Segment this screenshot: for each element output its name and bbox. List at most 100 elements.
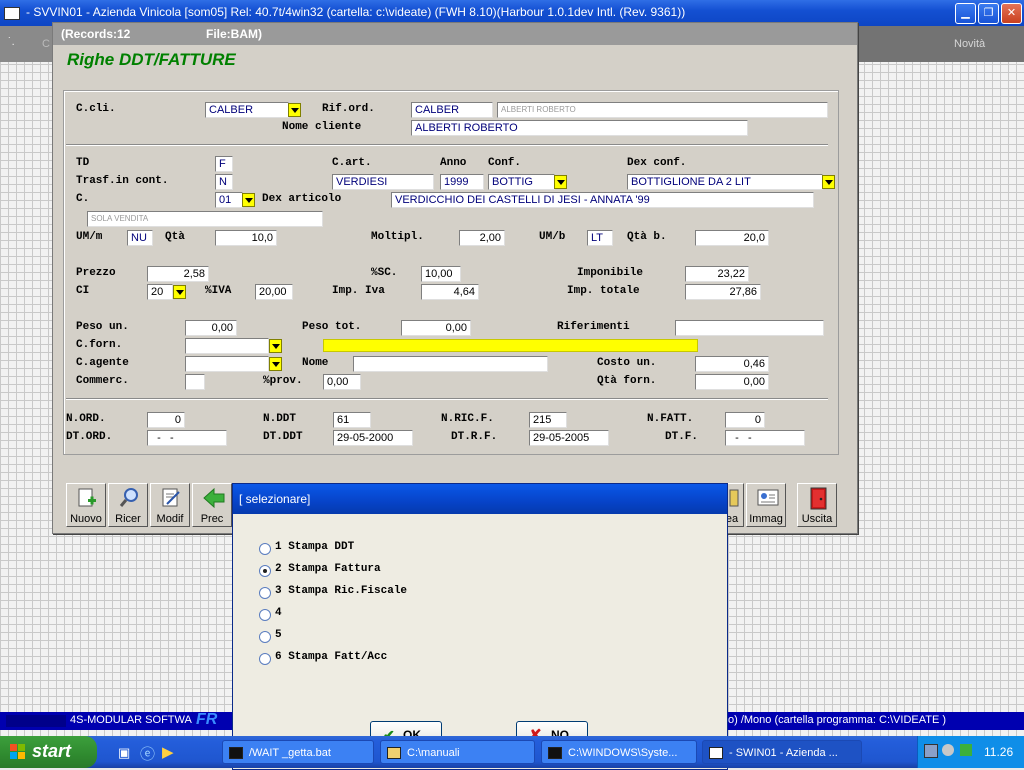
ccli-dropdown-icon[interactable] <box>288 103 301 117</box>
minimize-button[interactable]: ▁ <box>955 3 976 24</box>
qtaforn-field[interactable]: 0,00 <box>695 374 769 390</box>
dtddt-field[interactable]: 29-05-2000 <box>333 430 413 446</box>
c-dropdown-icon[interactable] <box>242 193 255 207</box>
dtrf-field[interactable]: 29-05-2005 <box>529 430 609 446</box>
network-icon[interactable] <box>924 744 938 758</box>
taskbar-item-swin01[interactable]: - SWIN01 - Azienda ... <box>702 740 862 764</box>
dtf-field[interactable]: - - <box>725 430 805 446</box>
ci-dropdown-icon[interactable] <box>173 285 186 299</box>
rif1-field[interactable] <box>675 320 824 336</box>
modif-button[interactable]: Modif <box>150 483 190 527</box>
ie-icon[interactable]: ⓔ <box>140 743 155 764</box>
nome-cliente-label: Nome cliente <box>282 121 362 133</box>
moltipl-label: Moltipl. <box>371 231 424 243</box>
restore-button[interactable]: ❐ <box>978 3 999 24</box>
novita-label[interactable]: Novità <box>954 38 985 50</box>
immag-button[interactable]: Immag <box>746 483 786 527</box>
select-dialog-title[interactable]: [ selezionare] <box>233 484 727 514</box>
umb-field[interactable]: LT <box>587 230 613 246</box>
ricer-button[interactable]: Ricer <box>108 483 148 527</box>
cagente-dropdown-icon[interactable] <box>269 357 282 371</box>
app-title-text: - SVVIN01 - Azienda Vinicola [som05] Rel… <box>26 5 686 19</box>
prezzo-field[interactable]: 2,58 <box>147 266 209 282</box>
radio-icon[interactable] <box>259 543 271 555</box>
clock[interactable]: 11.26 <box>984 745 1013 759</box>
records-label: (Records:12 <box>61 27 131 41</box>
dexart-field[interactable]: VERDICCHIO DEI CASTELLI DI JESI - ANNATA… <box>391 192 814 208</box>
impiva-field[interactable]: 4,64 <box>421 284 479 300</box>
dtord-field[interactable]: - - <box>147 430 227 446</box>
pesotot-field[interactable]: 0,00 <box>401 320 471 336</box>
dexconf-field[interactable]: BOTTIGLIONE DA 2 LIT <box>627 174 823 190</box>
iva-field[interactable]: 20,00 <box>255 284 293 300</box>
ci-field[interactable]: 20 <box>147 284 173 300</box>
cforn-field[interactable] <box>185 338 269 354</box>
conf-label: Conf. <box>488 157 522 169</box>
immag-label: Immag <box>749 513 783 525</box>
td-field[interactable]: F <box>215 156 233 172</box>
form-title: Righe DDT/FATTURE <box>67 50 236 69</box>
trasf-field[interactable]: N <box>215 174 233 190</box>
close-icon[interactable]: ✕ <box>1001 3 1022 24</box>
taskbar-item-system[interactable]: C:\WINDOWS\Syste... <box>541 740 697 764</box>
radio-icon[interactable] <box>259 587 271 599</box>
nome-cliente-field[interactable]: ALBERTI ROBERTO <box>411 120 748 136</box>
cart-field[interactable]: VERDIESI <box>332 174 434 190</box>
c-field[interactable]: 01 <box>215 192 243 208</box>
nfatt-label: N.FATT. <box>647 413 694 425</box>
form-window-title[interactable]: (Records:12 File:BAM) <box>53 23 857 45</box>
radio-icon[interactable] <box>259 609 271 621</box>
dexconf-dropdown-icon[interactable] <box>822 175 835 189</box>
trasf-label: Trasf.in cont. <box>76 175 169 187</box>
radio-icon[interactable] <box>259 631 271 643</box>
umm-field[interactable]: NU <box>127 230 153 246</box>
nricf-field[interactable]: 215 <box>529 412 567 428</box>
media-player-icon[interactable]: ▶ <box>162 743 174 761</box>
cforn-dropdown-icon[interactable] <box>269 339 282 353</box>
option-label: 3 Stampa Ric.Fiscale <box>275 585 408 597</box>
nfatt-field[interactable]: 0 <box>725 412 765 428</box>
start-button[interactable]: start <box>0 736 97 768</box>
radio-selected-icon[interactable] <box>259 565 271 577</box>
umb-label: UM/b <box>539 231 566 243</box>
nuovo-button[interactable]: Nuovo <box>66 483 106 527</box>
nome-field[interactable] <box>353 356 548 372</box>
prec-button[interactable]: Prec <box>192 483 232 527</box>
imptot-label: Imp. totale <box>567 285 640 297</box>
cagente-field[interactable] <box>185 356 269 372</box>
ghost-icon: ˙. <box>8 36 15 48</box>
costoun-field[interactable]: 0,46 <box>695 356 769 372</box>
prov-field[interactable]: 0,00 <box>323 374 361 390</box>
nord-label: N.ORD. <box>66 413 106 425</box>
nord-field[interactable]: 0 <box>147 412 185 428</box>
tray-app-icon[interactable] <box>960 744 972 756</box>
sc-field[interactable]: 10,00 <box>421 266 461 282</box>
costoun-label: Costo un. <box>597 357 657 369</box>
radio-icon[interactable] <box>259 653 271 665</box>
conf-dropdown-icon[interactable] <box>554 175 567 189</box>
moltipl-field[interactable]: 2,00 <box>459 230 505 246</box>
riford-label: Rif.ord. <box>322 103 375 115</box>
pesoun-field[interactable]: 0,00 <box>185 320 237 336</box>
qta-field[interactable]: 10,0 <box>215 230 277 246</box>
commerc-field[interactable] <box>185 374 205 390</box>
taskbar-item-label: /WAIT _getta.bat <box>249 747 331 759</box>
antivirus-icon[interactable] <box>942 744 954 756</box>
riford-field[interactable]: CALBER <box>411 102 493 118</box>
conf-field[interactable]: BOTTIG <box>488 174 555 190</box>
explorer-icon[interactable]: ▣ <box>118 745 130 761</box>
pesoun-label: Peso un. <box>76 321 129 333</box>
imponibile-field[interactable]: 23,22 <box>685 266 749 282</box>
uscita-button[interactable]: Uscita <box>797 483 837 527</box>
umm-label: UM/m <box>76 231 103 243</box>
taskbar-item-manuali[interactable]: C:\manuali <box>380 740 535 764</box>
uscita-label: Uscita <box>801 513 833 525</box>
ccli-field[interactable]: CALBER <box>205 102 289 118</box>
separator <box>66 398 828 400</box>
nddt-field[interactable]: 61 <box>333 412 371 428</box>
qtab-field[interactable]: 20,0 <box>695 230 769 246</box>
anno-field[interactable]: 1999 <box>440 174 484 190</box>
imptot-field[interactable]: 27,86 <box>685 284 761 300</box>
anno-label: Anno <box>440 157 467 169</box>
taskbar-item-getta[interactable]: /WAIT _getta.bat <box>222 740 374 764</box>
